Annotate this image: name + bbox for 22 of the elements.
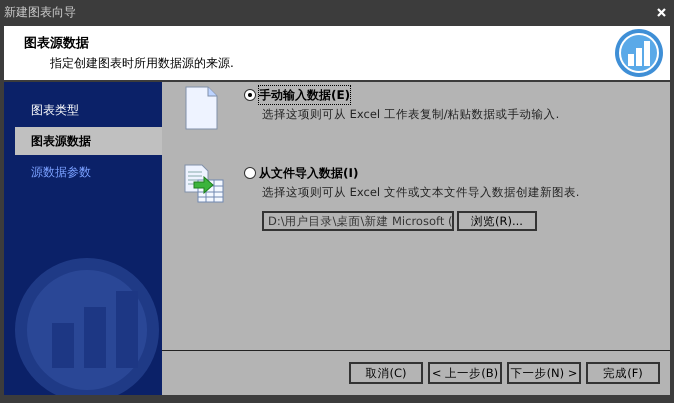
wizard-button[interactable]: < 上一步(B) <box>428 362 502 384</box>
import-table-icon <box>184 164 224 204</box>
option-description: 选择这项则可从 Excel 工作表复制/粘贴数据或手动输入. <box>262 106 560 123</box>
document-icon <box>184 86 218 130</box>
window-title: 新建图表向导 <box>4 4 76 21</box>
option-label[interactable]: 手动输入数据(E) <box>259 86 350 104</box>
wizard-step[interactable]: 图表源数据 <box>15 127 162 155</box>
wizard-step[interactable]: 源数据参数 <box>15 158 162 186</box>
wizard-button[interactable]: 取消(C) <box>349 362 423 384</box>
browse-button[interactable]: 浏览(R)... <box>457 211 537 232</box>
close-icon[interactable] <box>657 8 666 16</box>
wizard-button[interactable]: 下一步(N) > <box>507 362 581 384</box>
file-path-field[interactable]: D:\用户目录\桌面\新建 Microsoft ( <box>262 211 454 232</box>
radio-button[interactable] <box>244 89 256 101</box>
header-title: 图表源数据 <box>24 35 90 54</box>
wizard-step[interactable]: 图表类型 <box>15 96 162 124</box>
header-subtitle: 指定创建图表时所用数据源的来源. <box>49 54 234 72</box>
radio-button[interactable] <box>244 167 256 179</box>
wizard-button[interactable]: 完成(F) <box>586 362 660 384</box>
option-description: 选择这项则可从 Excel 文件或文本文件导入数据创建新图表. <box>262 184 580 201</box>
option-label[interactable]: 从文件导入数据(I) <box>259 164 358 182</box>
chart-watermark-icon <box>12 255 162 395</box>
